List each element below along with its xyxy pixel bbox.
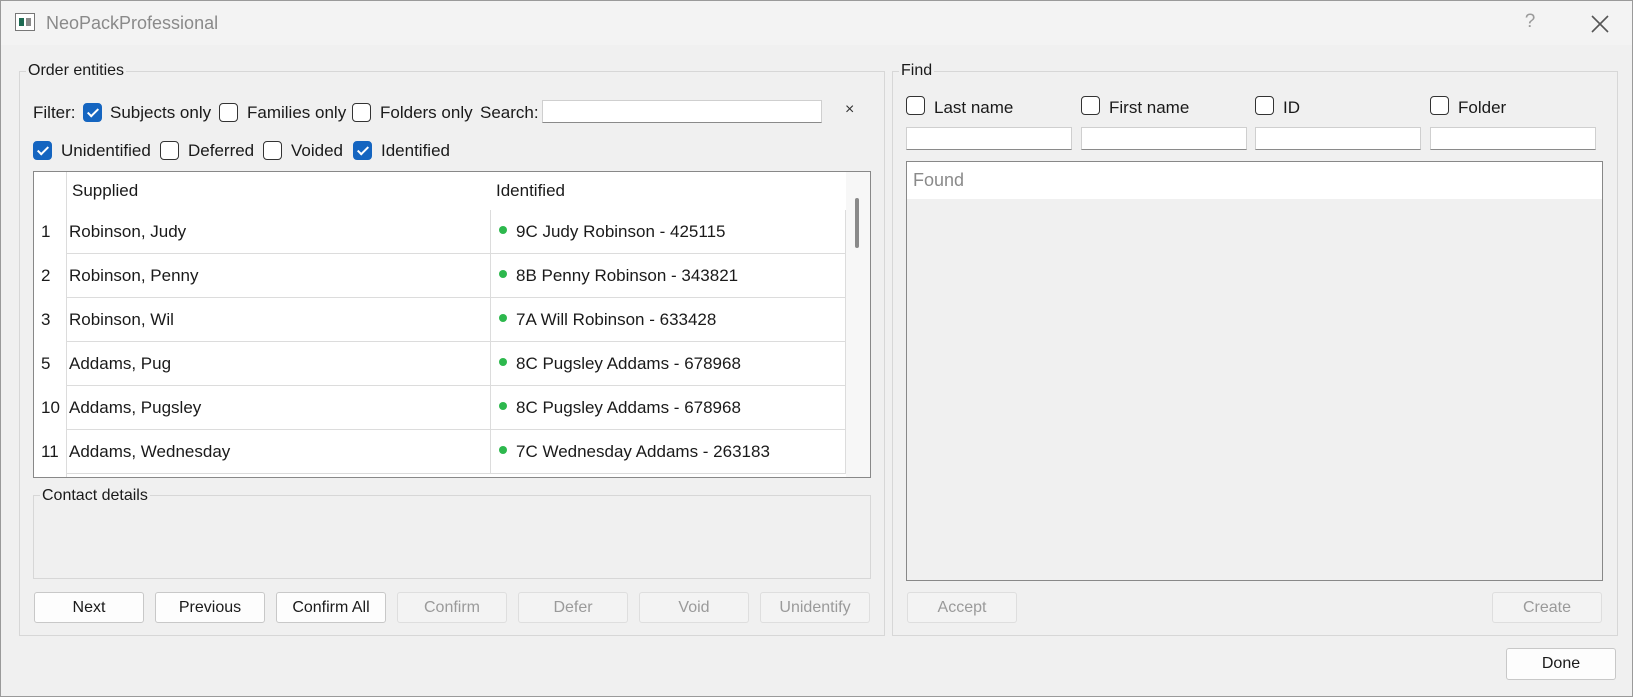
families-only-label: Families only bbox=[247, 103, 347, 122]
subjects-only-label: Subjects only bbox=[110, 103, 212, 122]
help-button[interactable]: ? bbox=[1519, 11, 1541, 35]
column-header-supplied[interactable]: Supplied bbox=[72, 172, 138, 210]
found-header: Found bbox=[907, 162, 1602, 199]
id-field[interactable] bbox=[1255, 127, 1421, 150]
identified-label: Identified bbox=[381, 141, 450, 160]
clear-search-icon[interactable]: × bbox=[845, 101, 854, 119]
table-row[interactable]: 1 Robinson, Judy 9C Judy Robinson - 4251… bbox=[34, 210, 846, 254]
table-row[interactable]: 10 Addams, Pugsley 8C Pugsley Addams - 6… bbox=[34, 386, 846, 430]
order-entities-title: Order entities bbox=[26, 62, 127, 80]
supplied-cell[interactable]: Robinson, Judy bbox=[66, 210, 491, 254]
last-name-label: Last name bbox=[934, 98, 1014, 117]
first-name-field[interactable] bbox=[1081, 127, 1247, 150]
title-bar: NeoPackProfessional ? bbox=[1, 1, 1632, 45]
identified-cell[interactable]: 8B Penny Robinson - 343821 bbox=[491, 254, 846, 298]
folder-checkbox[interactable] bbox=[1430, 96, 1449, 115]
row-number: 2 bbox=[41, 266, 51, 285]
unidentified-label: Unidentified bbox=[61, 141, 151, 160]
supplied-cell[interactable]: Addams, Pug bbox=[66, 342, 491, 386]
unidentified-checkbox[interactable] bbox=[33, 141, 52, 160]
identified-cell[interactable]: 7A Will Robinson - 633428 bbox=[491, 298, 846, 342]
id-checkbox[interactable] bbox=[1255, 96, 1274, 115]
search-input[interactable] bbox=[542, 100, 822, 123]
contact-details-group bbox=[33, 495, 871, 579]
identified-cell[interactable]: 8C Pugsley Addams - 678968 bbox=[491, 386, 846, 430]
accept-button[interactable]: Accept bbox=[907, 592, 1017, 623]
folder-label: Folder bbox=[1458, 98, 1507, 117]
table-row[interactable]: 3 Robinson, Wil 7A Will Robinson - 63342… bbox=[34, 298, 846, 342]
create-button[interactable]: Create bbox=[1492, 592, 1602, 623]
identified-checkbox[interactable] bbox=[353, 141, 372, 160]
identified-cell[interactable]: 9C Judy Robinson - 425115 bbox=[491, 210, 846, 254]
voided-label: Voided bbox=[291, 141, 343, 160]
done-button[interactable]: Done bbox=[1506, 648, 1616, 680]
row-number: 3 bbox=[41, 310, 51, 329]
supplied-cell[interactable]: Robinson, Wil bbox=[66, 298, 491, 342]
column-header-identified[interactable]: Identified bbox=[496, 172, 565, 210]
table-row[interactable]: 11 Addams, Wednesday 7C Wednesday Addams… bbox=[34, 430, 846, 474]
confirm-all-button[interactable]: Confirm All bbox=[276, 592, 386, 623]
first-name-checkbox[interactable] bbox=[1081, 96, 1100, 115]
status-dot-icon bbox=[499, 314, 507, 322]
close-icon bbox=[1591, 15, 1609, 33]
confirm-button[interactable]: Confirm bbox=[397, 592, 507, 623]
row-number: 10 bbox=[41, 398, 60, 417]
scrollbar-thumb[interactable] bbox=[855, 198, 859, 248]
identified-cell[interactable]: 8C Pugsley Addams - 678968 bbox=[491, 342, 846, 386]
table-scrollbar[interactable] bbox=[846, 172, 870, 477]
identified-cell[interactable]: 7C Wednesday Addams - 263183 bbox=[491, 430, 846, 474]
previous-button[interactable]: Previous bbox=[155, 592, 265, 623]
defer-button[interactable]: Defer bbox=[518, 592, 628, 623]
status-dot-icon bbox=[499, 270, 507, 278]
deferred-label: Deferred bbox=[188, 141, 255, 160]
id-label: ID bbox=[1283, 98, 1300, 117]
families-only-checkbox[interactable] bbox=[219, 103, 238, 122]
window-title: NeoPackProfessional bbox=[46, 13, 219, 33]
filter-label: Filter: bbox=[33, 103, 76, 122]
table-row[interactable]: 2 Robinson, Penny 8B Penny Robinson - 34… bbox=[34, 254, 846, 298]
status-dot-icon bbox=[499, 446, 507, 454]
entities-table: Supplied Identified 1 Robinson, Judy 9C … bbox=[33, 171, 871, 478]
close-button[interactable] bbox=[1587, 9, 1613, 37]
folder-field[interactable] bbox=[1430, 127, 1596, 150]
void-button[interactable]: Void bbox=[639, 592, 749, 623]
app-icon bbox=[15, 13, 35, 31]
find-title: Find bbox=[899, 62, 935, 80]
first-name-label: First name bbox=[1109, 98, 1190, 117]
row-number: 1 bbox=[41, 222, 51, 241]
dialog-window: NeoPackProfessional ? Order entities Fil… bbox=[0, 0, 1633, 697]
subjects-only-checkbox[interactable] bbox=[83, 103, 102, 122]
row-number: 11 bbox=[41, 442, 59, 461]
supplied-cell[interactable]: Addams, Wednesday bbox=[66, 430, 491, 474]
voided-checkbox[interactable] bbox=[263, 141, 282, 160]
next-button[interactable]: Next bbox=[34, 592, 144, 623]
status-dot-icon bbox=[499, 226, 507, 234]
contact-details-title: Contact details bbox=[40, 487, 150, 505]
supplied-cell[interactable]: Addams, Pugsley bbox=[66, 386, 491, 430]
folders-only-label: Folders only bbox=[380, 103, 473, 122]
unidentify-button[interactable]: Unidentify bbox=[760, 592, 870, 623]
status-dot-icon bbox=[499, 402, 507, 410]
supplied-cell[interactable]: Robinson, Penny bbox=[66, 254, 491, 298]
deferred-checkbox[interactable] bbox=[160, 141, 179, 160]
table-row[interactable]: 5 Addams, Pug 8C Pugsley Addams - 678968 bbox=[34, 342, 846, 386]
last-name-checkbox[interactable] bbox=[906, 96, 925, 115]
status-dot-icon bbox=[499, 358, 507, 366]
search-label: Search: bbox=[480, 103, 539, 122]
folders-only-checkbox[interactable] bbox=[352, 103, 371, 122]
row-number: 5 bbox=[41, 354, 51, 373]
found-list[interactable]: Found bbox=[906, 161, 1603, 581]
last-name-field[interactable] bbox=[906, 127, 1072, 150]
